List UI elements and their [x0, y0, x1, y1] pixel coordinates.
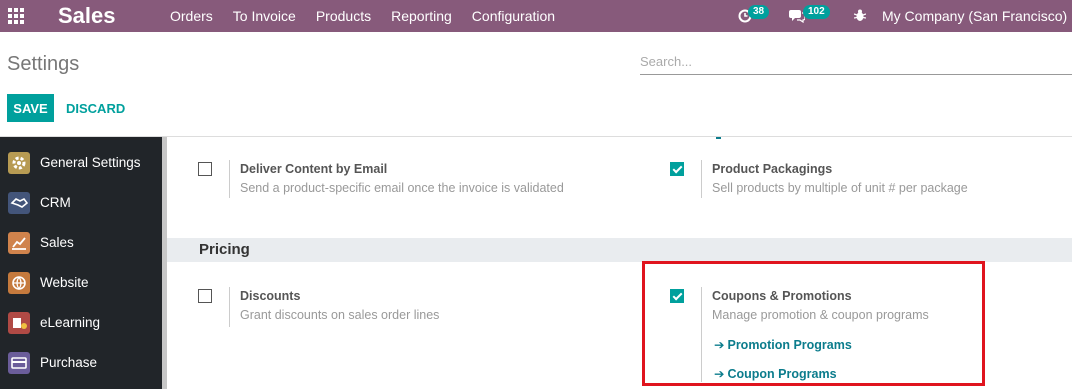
- sidebar-item-sales[interactable]: Sales: [0, 224, 162, 264]
- sidebar-item-label: Website: [40, 275, 89, 290]
- chart-icon: [8, 232, 30, 254]
- sidebar-item-label: Purchase: [40, 355, 98, 370]
- highlight-box: [642, 261, 985, 386]
- globe-icon: [8, 272, 30, 294]
- section-title: Pricing: [199, 241, 250, 258]
- product-packagings-checkbox[interactable]: [670, 162, 684, 176]
- activities-button[interactable]: 38: [736, 0, 776, 32]
- credit-card-icon: [8, 352, 30, 374]
- messages-button[interactable]: 102: [788, 0, 832, 32]
- menu-products[interactable]: Products: [306, 0, 381, 32]
- search-box: [640, 50, 1072, 75]
- sidebar-item-general-settings[interactable]: General Settings: [0, 144, 162, 184]
- company-name: My Company (San Francisco): [882, 8, 1068, 24]
- menu-configuration[interactable]: Configuration: [462, 0, 565, 32]
- activities-badge: 38: [748, 5, 770, 19]
- gear-icon: [8, 152, 30, 174]
- save-button[interactable]: SAVE: [7, 94, 54, 122]
- handshake-icon: [8, 192, 30, 214]
- sidebar-item-label: Sales: [40, 235, 74, 250]
- sidebar-item-label: CRM: [40, 195, 71, 210]
- elearning-icon: [8, 312, 30, 334]
- menu-to-invoice[interactable]: To Invoice: [223, 0, 306, 32]
- deliver-content-checkbox[interactable]: [198, 162, 212, 176]
- product-packagings-title: Product Packagings: [712, 162, 833, 176]
- section-pricing: Pricing: [167, 238, 1072, 262]
- discounts-title: Discounts: [240, 289, 301, 303]
- sidebar-scrollbar[interactable]: [162, 137, 167, 389]
- bug-icon: [854, 9, 866, 21]
- discard-button[interactable]: DISCARD: [60, 94, 131, 122]
- product-packagings-description: Sell products by multiple of unit # per …: [712, 181, 968, 195]
- apps-menu-icon[interactable]: [8, 8, 24, 24]
- menu-reporting[interactable]: Reporting: [381, 0, 462, 32]
- sidebar-item-crm[interactable]: CRM: [0, 184, 162, 224]
- app-brand[interactable]: Sales: [58, 2, 116, 30]
- sidebar-item-purchase[interactable]: Purchase: [0, 344, 162, 384]
- divider: [701, 160, 702, 198]
- top-navbar: Sales Orders To Invoice Products Reporti…: [0, 0, 1072, 32]
- messages-badge: 102: [803, 5, 830, 19]
- company-switcher[interactable]: My Company (San Francisco): [882, 0, 1072, 32]
- divider: [229, 287, 230, 327]
- sidebar-item-website[interactable]: Website: [0, 264, 162, 304]
- divider: [229, 160, 230, 198]
- sidebar-item-elearning[interactable]: eLearning: [0, 304, 162, 344]
- scrolled-link-remnant: [716, 137, 721, 139]
- discounts-checkbox[interactable]: [198, 289, 212, 303]
- search-input[interactable]: [640, 50, 1072, 72]
- debug-button[interactable]: [850, 0, 870, 32]
- menu-orders[interactable]: Orders: [160, 0, 223, 32]
- sidebar-item-label: eLearning: [40, 315, 101, 330]
- deliver-content-description: Send a product-specific email once the i…: [240, 181, 564, 195]
- main-menu: Orders To Invoice Products Reporting Con…: [160, 0, 565, 32]
- settings-sidebar: General Settings CRM Sales Website eLear…: [0, 137, 164, 389]
- deliver-content-title: Deliver Content by Email: [240, 162, 388, 176]
- page-title: Settings: [7, 53, 80, 75]
- discounts-description: Grant discounts on sales order lines: [240, 308, 440, 322]
- sidebar-item-label: General Settings: [40, 155, 141, 170]
